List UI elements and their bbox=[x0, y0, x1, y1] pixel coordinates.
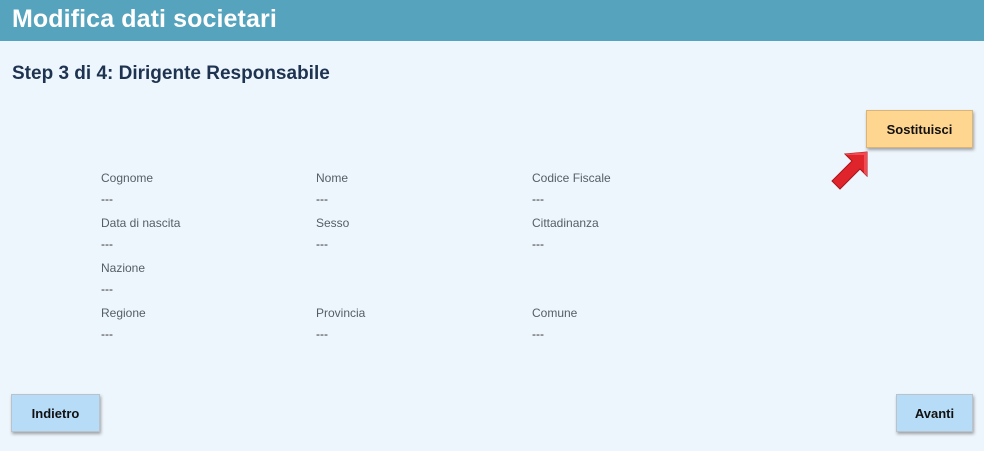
field-value: --- bbox=[532, 192, 544, 206]
field-label: Comune bbox=[532, 306, 578, 320]
field-data-nascita: Data di nascita --- bbox=[101, 216, 180, 251]
field-label: Nome bbox=[316, 171, 349, 185]
field-value: --- bbox=[532, 237, 544, 251]
header-bar: Modifica dati societari bbox=[0, 0, 984, 41]
field-sesso: Sesso --- bbox=[316, 216, 349, 251]
step-title: Step 3 di 4: Dirigente Responsabile bbox=[12, 63, 330, 84]
next-button[interactable]: Avanti bbox=[896, 394, 973, 432]
field-codice-fiscale: Codice Fiscale --- bbox=[532, 171, 611, 206]
field-label: Cittadinanza bbox=[532, 216, 599, 230]
field-label: Codice Fiscale bbox=[532, 171, 611, 185]
field-provincia: Provincia --- bbox=[316, 306, 365, 341]
field-nazione: Nazione --- bbox=[101, 261, 145, 296]
field-comune: Comune --- bbox=[532, 306, 577, 341]
field-cognome: Cognome --- bbox=[101, 171, 153, 206]
field-value: --- bbox=[101, 192, 113, 206]
field-label: Cognome bbox=[101, 171, 154, 185]
field-nome: Nome --- bbox=[316, 171, 348, 206]
field-value: --- bbox=[532, 327, 544, 341]
field-value: --- bbox=[316, 192, 328, 206]
field-cittadinanza: Cittadinanza --- bbox=[532, 216, 599, 251]
field-label: Data di nascita bbox=[101, 216, 181, 230]
field-value: --- bbox=[101, 282, 113, 296]
page-title: Modifica dati societari bbox=[12, 5, 277, 33]
field-label: Regione bbox=[101, 306, 146, 320]
field-value: --- bbox=[101, 237, 113, 251]
field-value: --- bbox=[316, 327, 328, 341]
field-label: Nazione bbox=[101, 261, 146, 275]
field-label: Provincia bbox=[316, 306, 366, 320]
field-value: --- bbox=[101, 327, 113, 341]
field-regione: Regione --- bbox=[101, 306, 146, 341]
replace-button[interactable]: Sostituisci bbox=[866, 110, 973, 148]
field-value: --- bbox=[316, 237, 328, 251]
red-arrow-icon bbox=[831, 151, 868, 190]
field-label: Sesso bbox=[316, 216, 350, 230]
back-button[interactable]: Indietro bbox=[11, 394, 100, 432]
